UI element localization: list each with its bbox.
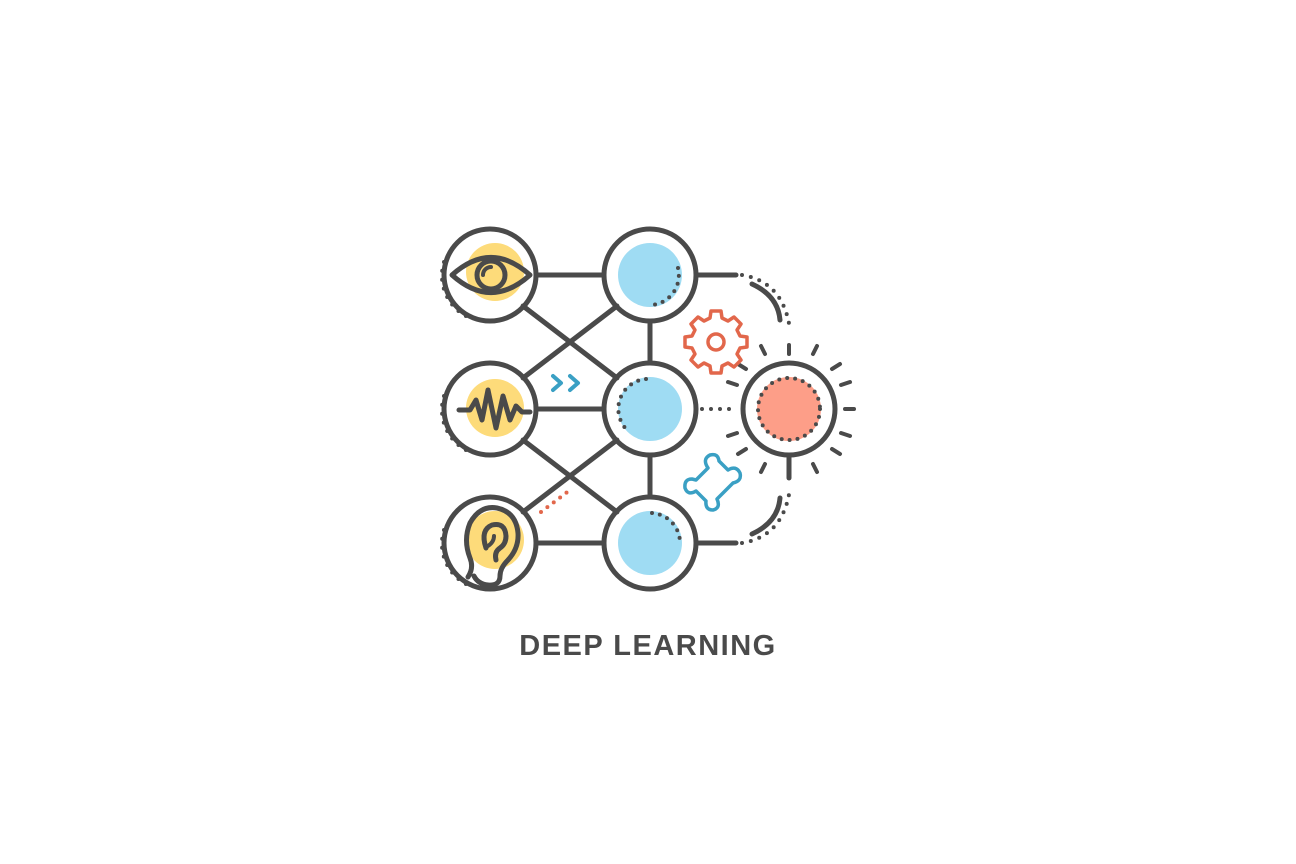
output-node (726, 343, 856, 475)
puzzle-icon (683, 452, 743, 512)
deep-learning-diagram (440, 226, 856, 592)
input-node-ear (440, 494, 539, 592)
diagram-title: DEEP LEARNING (519, 630, 777, 662)
input-node-eye (440, 226, 539, 324)
hidden-node-top (601, 226, 699, 324)
input-node-sound (440, 360, 539, 458)
double-chevron-right-icon (551, 374, 580, 392)
hidden-node-bottom (601, 494, 699, 592)
gear-icon (683, 309, 749, 375)
hidden-node-middle (601, 360, 699, 458)
